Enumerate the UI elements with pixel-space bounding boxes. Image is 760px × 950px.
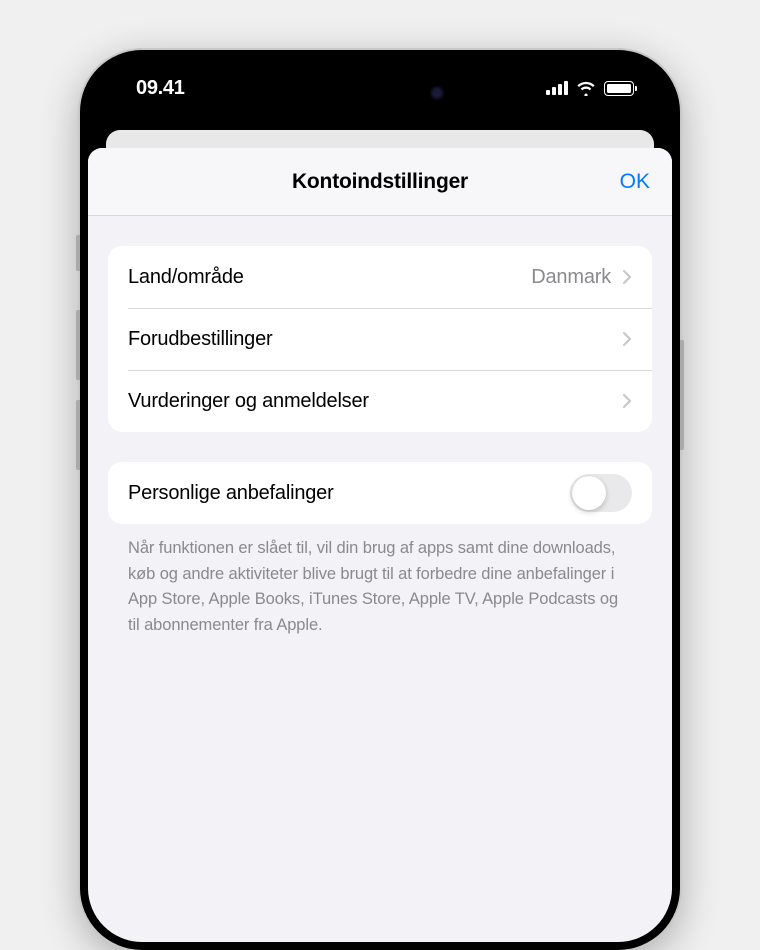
mute-switch — [76, 235, 80, 271]
ratings-reviews-label: Vurderinger og anmeldelser — [128, 390, 623, 413]
preorders-row[interactable]: Forudbestillinger — [108, 308, 652, 370]
recommendations-footer-text: Når funktionen er slået til, vil din bru… — [108, 536, 652, 638]
phone-screen: 09.41 — [88, 58, 672, 942]
ratings-reviews-row[interactable]: Vurderinger og anmeldelser — [108, 370, 652, 432]
chevron-right-icon — [623, 393, 632, 409]
settings-group-1: Land/område Danmark Forudbestillinger — [108, 246, 652, 432]
recommendations-toggle[interactable] — [570, 474, 632, 512]
done-button[interactable]: OK — [620, 170, 650, 194]
modal-header: Kontoindstillinger OK — [88, 148, 672, 216]
country-region-value: Danmark — [531, 266, 611, 289]
modal-body: Land/område Danmark Forudbestillinger — [88, 216, 672, 638]
status-time: 09.41 — [136, 77, 185, 100]
battery-icon — [604, 81, 634, 96]
phone-frame: 09.41 — [80, 50, 680, 950]
power-button — [680, 340, 684, 450]
country-region-label: Land/område — [128, 266, 531, 289]
account-settings-sheet: Kontoindstillinger OK Land/område Danmar… — [88, 148, 672, 942]
recommendations-label: Personlige anbefalinger — [128, 482, 570, 505]
screen-content: Kontoindstillinger OK Land/område Danmar… — [88, 118, 672, 942]
chevron-right-icon — [623, 331, 632, 347]
recommendations-row: Personlige anbefalinger — [108, 462, 652, 524]
chevron-right-icon — [623, 269, 632, 285]
status-icons — [546, 80, 634, 96]
country-region-row[interactable]: Land/område Danmark — [108, 246, 652, 308]
preorders-label: Forudbestillinger — [128, 328, 623, 351]
toggle-knob — [572, 476, 606, 510]
volume-down-button — [76, 400, 80, 470]
cellular-signal-icon — [546, 81, 568, 95]
wifi-icon — [576, 80, 596, 96]
dynamic-island — [305, 73, 455, 113]
settings-group-2: Personlige anbefalinger — [108, 462, 652, 524]
volume-up-button — [76, 310, 80, 380]
modal-title: Kontoindstillinger — [292, 170, 468, 194]
